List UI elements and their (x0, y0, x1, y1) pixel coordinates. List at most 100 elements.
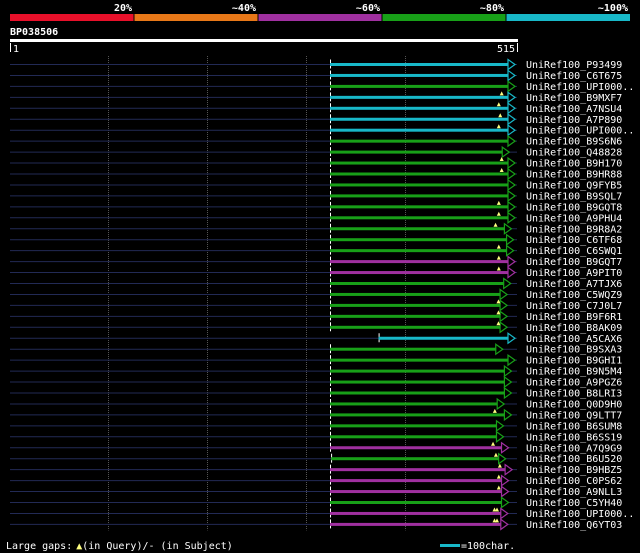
hit-label[interactable]: UniRef100_B9HBZ5 (526, 465, 622, 476)
hit-row[interactable]: UniRef100_A7Q9G9 (10, 441, 622, 455)
hit-row[interactable]: UniRef100_C6T675 (10, 69, 622, 82)
hit-label[interactable]: UniRef100_B8LRI3 (526, 389, 622, 400)
hit-row[interactable]: UniRef100_UPI000.. (10, 80, 634, 93)
hit-label[interactable]: UniRef100_B9F6R1 (526, 312, 622, 323)
hit-label[interactable]: UniRef100_C5WQZ9 (526, 290, 622, 301)
hit-row[interactable]: UniRef100_B9GQT8 (10, 200, 622, 214)
hit-row[interactable]: UniRef100_A9PGZ6 (10, 375, 622, 389)
hit-row[interactable]: UniRef100_UPI000.. (10, 507, 634, 520)
hit-label[interactable]: UniRef100_UPI000.. (526, 82, 634, 93)
hit-label[interactable]: UniRef100_A5CAX6 (526, 334, 622, 345)
hit-row[interactable]: UniRef100_C7J0L7 (10, 299, 622, 312)
hit-label[interactable]: UniRef100_Q6YT03 (526, 520, 622, 531)
hit-row[interactable]: UniRef100_A9NLL3 (10, 485, 622, 499)
hit-label[interactable]: UniRef100_B9SXA3 (526, 345, 622, 356)
hit-label[interactable]: UniRef100_A7Q9G9 (526, 443, 622, 454)
hit-row[interactable]: UniRef100_Q6YT03 (10, 518, 622, 531)
hit-label[interactable]: UniRef100_A9PHU4 (526, 213, 622, 224)
hit-label[interactable]: UniRef100_B6SUM8 (526, 421, 622, 432)
hit-row[interactable]: UniRef100_Q9LTT7 (10, 408, 622, 422)
hit-row[interactable]: UniRef100_A9PIT0 (10, 266, 622, 280)
hit-row[interactable]: UniRef100_A7P890 (10, 113, 622, 126)
hit-label[interactable]: UniRef100_B9GHI1 (526, 356, 622, 367)
hit-label[interactable]: UniRef100_B6U520 (526, 454, 622, 465)
hit-bar (330, 511, 502, 515)
hit-label[interactable]: UniRef100_A9NLL3 (526, 487, 622, 498)
hit-label[interactable]: UniRef100_B9MXF7 (526, 93, 622, 104)
hit-row[interactable]: UniRef100_C6SWQ1 (10, 244, 622, 258)
hit-row[interactable]: UniRef100_B9HBZ5 (10, 463, 622, 477)
hit-row[interactable]: UniRef100_B9HR88 (10, 167, 622, 181)
hit-bar (330, 522, 502, 526)
hit-label[interactable]: UniRef100_B9GQT7 (526, 257, 622, 268)
hit-label[interactable]: UniRef100_A9PIT0 (526, 268, 622, 279)
hit-arrow-icon (499, 288, 509, 301)
hit-row[interactable]: UniRef100_C6TF68 (10, 233, 622, 247)
hit-label[interactable]: UniRef100_Q9FYB5 (526, 180, 622, 191)
hit-row[interactable]: UniRef100_Q0D9H0 (10, 397, 622, 411)
hit-row[interactable]: UniRef100_A7TJX6 (10, 277, 622, 291)
hit-row[interactable]: UniRef100_P93499 (10, 58, 622, 72)
hit-label[interactable]: UniRef100_C5YH40 (526, 498, 622, 509)
hit-row[interactable]: UniRef100_C0PS62 (10, 474, 622, 488)
hit-row[interactable]: UniRef100_B9GQT7 (10, 255, 622, 269)
hit-row[interactable]: UniRef100_A9PHU4 (10, 211, 622, 225)
hit-row[interactable]: UniRef100_B6SS19 (10, 430, 622, 444)
hit-row[interactable]: UniRef100_UPI000.. (10, 124, 634, 137)
hit-row[interactable]: UniRef100_B9N5M4 (10, 364, 622, 378)
hit-bar (330, 271, 509, 275)
hit-label[interactable]: UniRef100_Q48828 (526, 148, 622, 159)
hit-arrow-icon (499, 310, 509, 323)
hit-row[interactable]: UniRef100_B9SXA3 (10, 343, 622, 356)
hit-label[interactable]: UniRef100_C6SWQ1 (526, 246, 622, 257)
hit-bar (330, 216, 509, 220)
hit-arrow-icon (503, 222, 513, 235)
hit-label[interactable]: UniRef100_C7J0L7 (526, 301, 622, 312)
hit-label[interactable]: UniRef100_B9H170 (526, 159, 622, 170)
large-gaps-subject: - (in Subject) (149, 541, 233, 552)
hit-row[interactable]: UniRef100_B9R8A2 (10, 222, 622, 236)
hit-label[interactable]: UniRef100_B9R8A2 (526, 224, 622, 235)
hit-row[interactable]: UniRef100_C5WQZ9 (10, 288, 622, 301)
hit-row[interactable]: UniRef100_B6SUM8 (10, 419, 622, 433)
hit-row[interactable]: UniRef100_B9F6R1 (10, 310, 622, 323)
hit-label[interactable]: UniRef100_B9GQT8 (526, 202, 622, 213)
hit-row[interactable]: UniRef100_B9MXF7 (10, 91, 622, 104)
hit-arrow-icon (503, 408, 513, 422)
hit-row[interactable]: UniRef100_B9H170 (10, 156, 622, 170)
hit-label[interactable]: UniRef100_Q9LTT7 (526, 410, 622, 421)
hit-label[interactable]: UniRef100_C0PS62 (526, 476, 622, 487)
hit-bar (330, 468, 507, 472)
large-gaps-query: (in Query)/ (82, 541, 148, 552)
hit-row[interactable]: UniRef100_B9SQL7 (10, 189, 622, 203)
hit-label[interactable]: UniRef100_B6SS19 (526, 432, 622, 443)
hit-label[interactable]: UniRef100_A9PGZ6 (526, 378, 622, 389)
hit-label[interactable]: UniRef100_A7P890 (526, 115, 622, 126)
hit-label[interactable]: UniRef100_B9HR88 (526, 170, 622, 181)
hit-label[interactable]: UniRef100_UPI000.. (526, 126, 634, 137)
hit-label[interactable]: UniRef100_A7NSU4 (526, 104, 622, 115)
hit-row[interactable]: UniRef100_A5CAX6 (10, 332, 622, 345)
hit-arrow-icon (495, 419, 505, 433)
hit-label[interactable]: UniRef100_B9S6N6 (526, 137, 622, 148)
hit-row[interactable]: UniRef100_B9S6N6 (10, 134, 622, 148)
hit-label[interactable]: UniRef100_B8AK09 (526, 323, 622, 334)
hit-row[interactable]: UniRef100_B8LRI3 (10, 386, 622, 400)
hit-row[interactable]: UniRef100_Q48828 (10, 145, 622, 159)
hit-label[interactable]: UniRef100_C6TF68 (526, 235, 622, 246)
hit-row[interactable]: UniRef100_B6U520 (10, 452, 622, 466)
hit-label[interactable]: UniRef100_P93499 (526, 60, 622, 71)
hit-row[interactable]: UniRef100_Q9FYB5 (10, 178, 622, 192)
hit-label[interactable]: UniRef100_Q0D9H0 (526, 399, 622, 410)
hit-label[interactable]: UniRef100_A7TJX6 (526, 279, 622, 290)
hit-label[interactable]: UniRef100_UPI000.. (526, 509, 634, 520)
hit-bar (330, 325, 502, 329)
hit-label[interactable]: UniRef100_C6T675 (526, 71, 622, 82)
hit-arrow-icon (507, 178, 517, 192)
hit-row[interactable]: UniRef100_C5YH40 (10, 496, 622, 510)
hit-row[interactable]: UniRef100_A7NSU4 (10, 102, 622, 115)
hit-row[interactable]: UniRef100_B8AK09 (10, 321, 622, 334)
hit-label[interactable]: UniRef100_B9N5M4 (526, 367, 622, 378)
hit-row[interactable]: UniRef100_B9GHI1 (10, 353, 622, 367)
hit-label[interactable]: UniRef100_B9SQL7 (526, 191, 622, 202)
